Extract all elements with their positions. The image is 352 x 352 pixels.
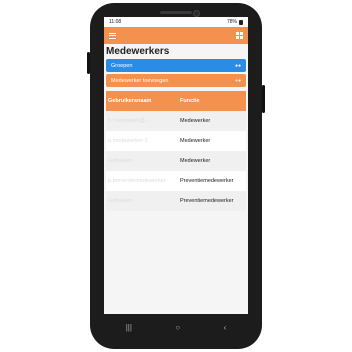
group-icon: ●●	[234, 62, 241, 69]
table-header: Gebruikersnaam Functie	[106, 91, 246, 111]
table-row[interactable]: h.t.mesekerk@… Medewerker	[106, 111, 246, 131]
cell-function: Medewerker	[180, 158, 211, 164]
add-user-icon: +●	[235, 77, 241, 84]
table-row[interactable]: Gebruiker Preventiemedewerker	[106, 191, 246, 211]
cell-function: Preventiemedewerker	[180, 198, 234, 204]
table-row[interactable]: a.medewerker-1 Medewerker	[106, 131, 246, 151]
header-username[interactable]: Gebruikersnaam	[106, 98, 180, 104]
table-row[interactable]: p.preventiemedewerker Preventiemedewerke…	[106, 171, 246, 191]
add-employee-button-label: Medewerker toevoegen	[111, 77, 169, 84]
cell-function: Medewerker	[180, 138, 211, 144]
status-right: 78%	[227, 19, 243, 25]
cell-username: Gebruiker	[108, 158, 133, 164]
camera	[193, 10, 200, 17]
status-time: 11:08	[109, 19, 122, 25]
cell-username: Gebruiker	[108, 198, 133, 204]
cell-username: p.preventiemedewerker	[108, 178, 166, 184]
cell-username: a.medewerker-1	[108, 138, 148, 144]
screen: 11:08 78% Medewerkers Groepen ●● Medewer…	[104, 17, 248, 314]
employee-table: Gebruikersnaam Functie h.t.mesekerk@… Me…	[106, 91, 246, 211]
app-bar	[104, 27, 248, 44]
power-button	[262, 85, 265, 113]
android-nav-bar: ||| ○ ‹	[104, 318, 248, 336]
status-bar: 11:08 78%	[104, 17, 248, 27]
cell-function: Preventiemedewerker	[180, 178, 234, 184]
battery-icon	[239, 19, 243, 25]
speaker	[160, 11, 192, 14]
cell-username: h.t.mesekerk@…	[108, 118, 151, 124]
page-title: Medewerkers	[106, 46, 170, 57]
battery-percent: 78%	[226, 19, 237, 25]
hamburger-icon[interactable]	[109, 32, 116, 39]
header-function[interactable]: Functie	[180, 98, 246, 104]
add-employee-button[interactable]: Medewerker toevoegen +●	[106, 74, 246, 87]
groups-button[interactable]: Groepen ●●	[106, 59, 246, 72]
grid-icon[interactable]	[236, 32, 243, 39]
back-icon[interactable]: ‹	[224, 323, 227, 332]
cell-function: Medewerker	[180, 118, 211, 124]
recent-apps-icon[interactable]: |||	[126, 323, 132, 332]
volume-button	[87, 52, 90, 74]
home-icon[interactable]: ○	[175, 323, 180, 332]
groups-button-label: Groepen	[111, 62, 133, 69]
table-row[interactable]: Gebruiker Medewerker	[106, 151, 246, 171]
